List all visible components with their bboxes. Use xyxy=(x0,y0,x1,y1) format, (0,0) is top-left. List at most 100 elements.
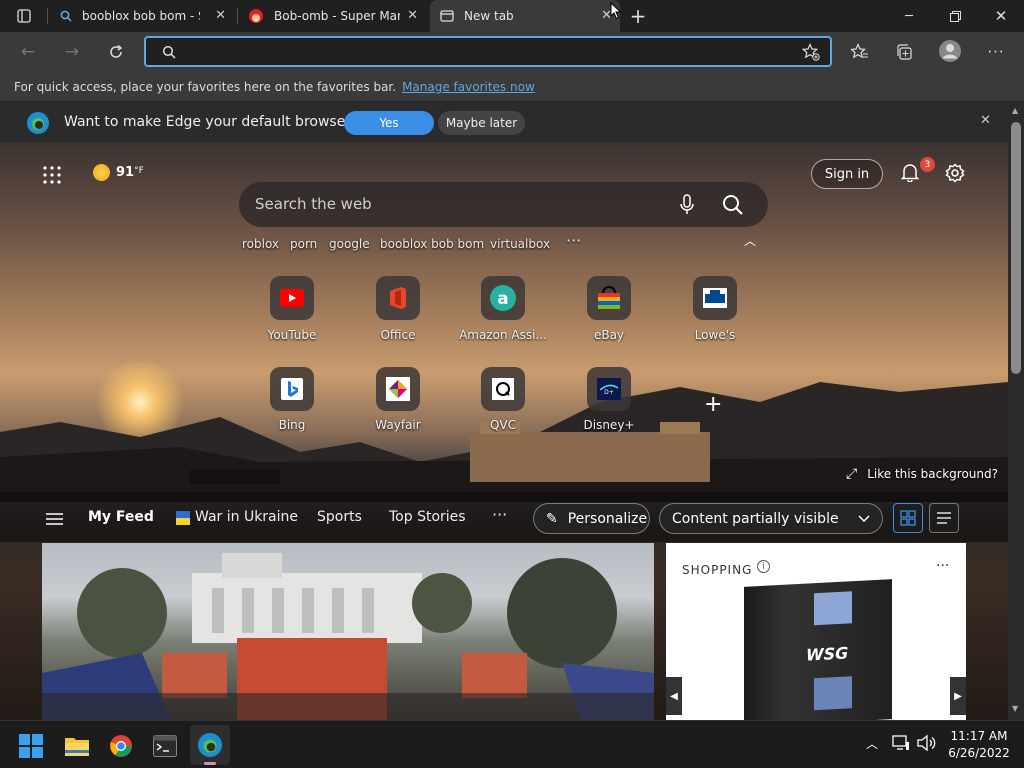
close-tab-icon[interactable]: ✕ xyxy=(215,8,226,23)
close-window-button[interactable]: ✕ xyxy=(978,0,1024,32)
mouse-cursor-icon xyxy=(610,2,622,20)
temperature-unit: °F xyxy=(134,165,144,176)
new-tab-page: 91 °F Sign in 3 Search the web roblox po… xyxy=(0,142,1008,720)
tile-wayfair[interactable] xyxy=(376,367,420,411)
tile-disney-plus[interactable]: D+ xyxy=(587,367,631,411)
manage-favorites-link[interactable]: Manage favorites now xyxy=(402,80,535,94)
suggestion-chip[interactable]: google xyxy=(329,237,370,251)
carousel-prev-button[interactable]: ◀ xyxy=(666,677,682,715)
tab-strip: booblox bob bom - Search ✕ Bob-omb - Sup… xyxy=(0,0,1024,32)
start-button[interactable] xyxy=(18,733,44,759)
favorites-button[interactable] xyxy=(848,40,872,64)
volume-icon[interactable] xyxy=(916,734,936,752)
close-tab-icon[interactable]: ✕ xyxy=(407,8,418,23)
tile-ebay[interactable] xyxy=(587,276,631,320)
scroll-down-icon[interactable]: ▼ xyxy=(1012,704,1018,713)
like-background-button[interactable]: ⤢ Like this background? xyxy=(846,466,998,482)
yes-button[interactable]: Yes xyxy=(344,111,434,135)
profile-button[interactable] xyxy=(936,37,964,65)
carousel-next-button[interactable]: ▶ xyxy=(950,677,966,715)
news-card-image[interactable] xyxy=(42,543,654,720)
suggestion-chip[interactable]: virtualbox xyxy=(490,237,550,251)
tile-qvc[interactable] xyxy=(481,367,525,411)
refresh-icon xyxy=(110,44,123,58)
tile-bing[interactable] xyxy=(270,367,314,411)
card-more-icon[interactable]: ··· xyxy=(936,558,949,574)
maybe-later-button[interactable]: Maybe later xyxy=(438,111,525,135)
tab-search[interactable]: booblox bob bom - Search ✕ xyxy=(54,0,234,32)
tab-war-in-ukraine[interactable]: War in Ukraine xyxy=(195,509,298,525)
settings-and-more-button[interactable]: ··· xyxy=(984,40,1008,64)
favorites-icon xyxy=(851,43,868,59)
tab-top-stories[interactable]: Top Stories xyxy=(389,509,466,525)
chrome-button[interactable] xyxy=(106,731,136,761)
product-image[interactable]: WSG xyxy=(744,579,892,720)
more-suggestions-icon[interactable]: ··· xyxy=(566,231,581,250)
minimize-button[interactable]: ─ xyxy=(886,0,932,32)
personalize-label: Personalize xyxy=(567,510,648,527)
clock-time[interactable]: 11:17 AM xyxy=(948,729,1010,743)
edge-taskbar-button[interactable] xyxy=(190,725,230,765)
list-layout-button[interactable] xyxy=(929,503,959,533)
collapse-chevron-icon[interactable]: ︿ xyxy=(744,232,756,249)
suggestion-chip[interactable]: booblox bob bom xyxy=(380,237,484,251)
sign-in-button[interactable]: Sign in xyxy=(811,159,883,189)
temperature: 91 xyxy=(116,165,135,180)
tile-label: Lowe's xyxy=(694,328,736,342)
tile-amazon-assistant[interactable]: a xyxy=(481,276,525,320)
forward-button[interactable]: → xyxy=(60,40,84,64)
shopping-card[interactable]: SHOPPING i ··· WSG ◀ ▶ xyxy=(666,543,966,720)
address-bar[interactable] xyxy=(144,36,832,67)
page-settings-icon[interactable] xyxy=(945,163,965,183)
hamburger-menu-icon[interactable] xyxy=(46,513,63,525)
page-scrollbar[interactable]: ▲ ▼ xyxy=(1008,102,1024,720)
new-tab-page-icon xyxy=(440,10,454,22)
network-icon[interactable] xyxy=(892,735,910,751)
back-button[interactable]: ← xyxy=(16,40,40,64)
add-favorite-icon[interactable] xyxy=(802,43,820,61)
apps-launcher-icon[interactable] xyxy=(43,166,61,184)
search-icon[interactable] xyxy=(722,194,744,216)
tile-lowes[interactable] xyxy=(693,276,737,320)
suggestion-chip[interactable]: roblox xyxy=(242,237,279,251)
plus-icon: + xyxy=(629,4,647,28)
add-shortcut-button[interactable]: + xyxy=(704,392,722,417)
tab-new-tab[interactable]: New tab ✕ xyxy=(430,0,620,32)
collections-button[interactable] xyxy=(892,40,916,64)
web-search-box[interactable]: Search the web xyxy=(239,182,768,227)
tab-actions-button[interactable] xyxy=(0,0,48,32)
tab-bobomb[interactable]: Bob-omb - Super Mario Wiki ✕ xyxy=(242,0,426,32)
microphone-icon[interactable] xyxy=(679,194,695,216)
weather-widget[interactable]: 91 °F xyxy=(93,164,144,181)
tab-sports[interactable]: Sports xyxy=(317,509,362,525)
close-prompt-icon[interactable]: ✕ xyxy=(980,113,991,128)
favorites-bar: For quick access, place your favorites h… xyxy=(0,72,1024,102)
list-view-icon xyxy=(937,512,951,524)
clock-date[interactable]: 6/26/2022 xyxy=(948,746,1010,760)
avatar xyxy=(939,40,961,62)
file-explorer-button[interactable] xyxy=(62,731,92,761)
scrollbar-thumb[interactable] xyxy=(1011,122,1021,374)
terminal-button[interactable] xyxy=(150,731,180,761)
scroll-up-icon[interactable]: ▲ xyxy=(1012,106,1018,115)
suggestion-chip[interactable]: porn xyxy=(290,237,317,251)
refresh-button[interactable] xyxy=(104,40,128,64)
grid-layout-button[interactable] xyxy=(893,503,923,533)
restore-button[interactable] xyxy=(932,0,978,32)
info-icon[interactable]: i xyxy=(757,560,770,573)
personalize-button[interactable]: ✎ Personalize xyxy=(533,503,650,534)
notifications-button[interactable]: 3 xyxy=(900,157,935,184)
chevron-down-icon xyxy=(858,515,870,523)
tab-my-feed[interactable]: My Feed xyxy=(88,509,154,525)
windows-logo-icon xyxy=(19,734,43,758)
tile-office[interactable] xyxy=(376,276,420,320)
collections-icon xyxy=(897,44,912,60)
edge-logo-icon xyxy=(27,112,49,134)
content-visibility-dropdown[interactable]: Content partially visible xyxy=(659,503,883,534)
tile-youtube[interactable] xyxy=(270,276,314,320)
search-input[interactable]: Search the web xyxy=(255,195,372,213)
more-topics-icon[interactable]: ··· xyxy=(492,505,507,524)
tile-label: Office xyxy=(380,328,416,342)
new-tab-button[interactable]: + xyxy=(616,0,660,32)
show-hidden-icons-chevron[interactable]: ︿ xyxy=(866,735,878,752)
